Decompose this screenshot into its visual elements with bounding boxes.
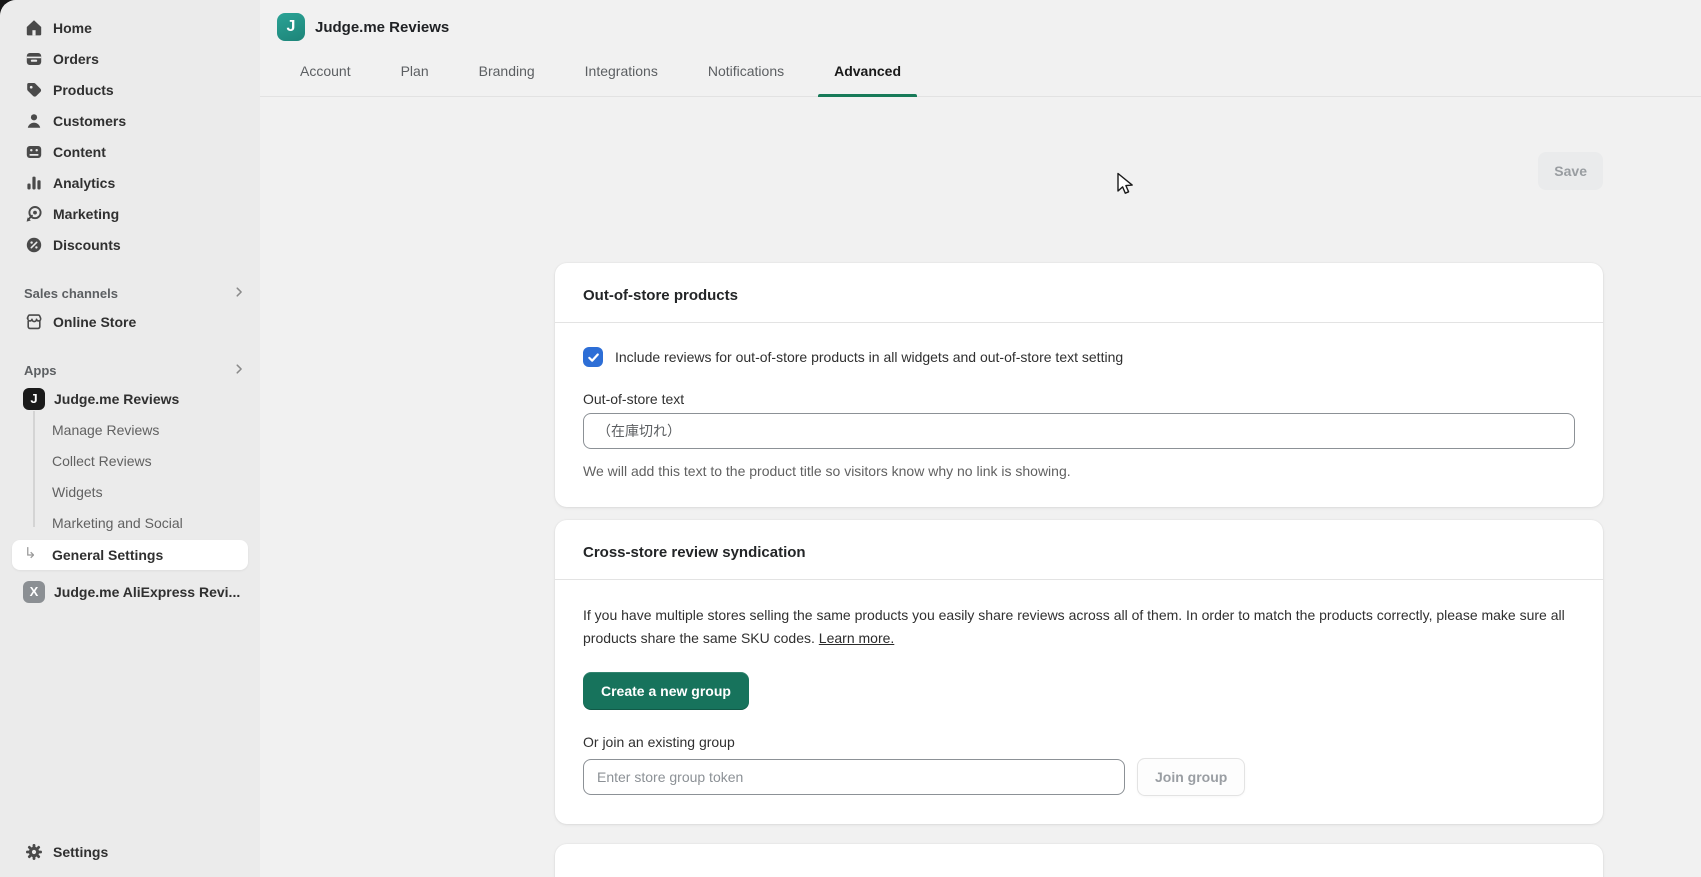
syndication-description: If you have multiple stores selling the … (583, 604, 1575, 650)
content-icon (24, 142, 44, 162)
sidebar-item-general-settings[interactable]: ↳ General Settings (12, 540, 248, 570)
out-of-store-helper-text: We will add this text to the product tit… (583, 463, 1575, 479)
settings-tabs: Account Plan Branding Integrations Notif… (260, 46, 1701, 97)
sidebar-item-label: Judge.me Reviews (54, 391, 179, 407)
chevron-right-icon (232, 285, 246, 302)
sidebar-item-products[interactable]: Products (0, 74, 260, 105)
sidebar-item-widgets[interactable]: Widgets (0, 476, 260, 507)
create-new-group-button[interactable]: Create a new group (583, 672, 749, 710)
judgeme-app-group: J Judge.me Reviews Manage Reviews Collec… (0, 383, 260, 570)
sidebar-item-discounts[interactable]: Discounts (0, 229, 260, 260)
marketing-icon (24, 204, 44, 224)
sidebar-item-marketing-and-social[interactable]: Marketing and Social (0, 507, 260, 538)
sidebar-item-label: Orders (53, 51, 99, 67)
card-title: Cross-store review syndication (583, 544, 1575, 561)
orders-icon (24, 49, 44, 69)
app-frame: Home Orders Products Customers Content (0, 0, 1701, 877)
gear-icon (24, 842, 44, 862)
store-group-token-input[interactable] (583, 759, 1125, 795)
next-settings-card-partial (555, 844, 1603, 877)
card-title: Out-of-store products (583, 287, 1575, 304)
sidebar-item-label: Products (53, 82, 114, 98)
include-out-of-store-checkbox[interactable] (583, 347, 603, 367)
analytics-icon (24, 173, 44, 193)
customers-icon (24, 111, 44, 131)
main-area: J Judge.me Reviews Account Plan Branding… (260, 0, 1701, 877)
home-icon (24, 18, 44, 38)
aliexpress-app-badge-icon: X (23, 581, 45, 603)
sidebar-item-label: Analytics (53, 175, 115, 191)
judgeme-app-badge-icon: J (23, 388, 45, 410)
sidebar-item-label: Home (53, 20, 92, 36)
discounts-icon (24, 235, 44, 255)
out-of-store-text-input[interactable] (583, 413, 1575, 449)
products-icon (24, 80, 44, 100)
sidebar-item-label: Marketing (53, 206, 119, 222)
chevron-right-icon (232, 362, 246, 379)
tree-connector-line (33, 411, 35, 527)
learn-more-link[interactable]: Learn more. (819, 630, 894, 646)
sales-channels-header[interactable]: Sales channels (0, 280, 260, 306)
sidebar-item-online-store[interactable]: Online Store (0, 306, 260, 337)
join-group-button[interactable]: Join group (1137, 758, 1245, 796)
tab-branding[interactable]: Branding (463, 45, 551, 96)
out-of-store-products-card: Out-of-store products Include reviews fo… (555, 263, 1603, 507)
settings-content: Out-of-store products Include reviews fo… (555, 263, 1603, 877)
tab-advanced[interactable]: Advanced (818, 45, 917, 96)
tab-notifications[interactable]: Notifications (692, 45, 800, 96)
sidebar-item-marketing[interactable]: Marketing (0, 198, 260, 229)
sidebar-item-label: Online Store (53, 314, 136, 330)
sidebar-item-collect-reviews[interactable]: Collect Reviews (0, 445, 260, 476)
apps-header[interactable]: Apps (0, 357, 260, 383)
sidebar-item-content[interactable]: Content (0, 136, 260, 167)
tab-plan[interactable]: Plan (385, 45, 445, 96)
toolbar: Save (260, 152, 1603, 190)
sidebar-item-label: Discounts (53, 237, 121, 253)
sidebar-item-label: Settings (53, 844, 108, 860)
storefront-icon (24, 312, 44, 332)
sidebar-item-judgeme-reviews[interactable]: J Judge.me Reviews (0, 383, 260, 414)
sidebar-item-analytics[interactable]: Analytics (0, 167, 260, 198)
sidebar-item-home[interactable]: Home (0, 12, 260, 43)
checkbox-label: Include reviews for out-of-store product… (615, 349, 1123, 365)
page-title: Judge.me Reviews (315, 19, 449, 36)
sidebar-item-settings[interactable]: Settings (0, 836, 260, 867)
tab-account[interactable]: Account (284, 45, 367, 96)
cross-store-syndication-card: Cross-store review syndication If you ha… (555, 520, 1603, 824)
judgeme-header-app-icon: J (277, 13, 305, 41)
sidebar-item-label: Content (53, 144, 106, 160)
return-arrow-icon: ↳ (24, 544, 37, 562)
sidebar-item-label: Judge.me AliExpress Revi... (54, 584, 240, 600)
join-group-label: Or join an existing group (583, 734, 1575, 750)
active-tab-underline (818, 94, 917, 97)
sidebar-item-manage-reviews[interactable]: Manage Reviews (0, 414, 260, 445)
sidebar-item-customers[interactable]: Customers (0, 105, 260, 136)
tab-integrations[interactable]: Integrations (569, 45, 674, 96)
sidebar-item-label: Customers (53, 113, 126, 129)
out-of-store-text-label: Out-of-store text (583, 391, 1575, 407)
save-button[interactable]: Save (1538, 152, 1603, 190)
sidebar-item-judgeme-aliexpress[interactable]: X Judge.me AliExpress Revi... (0, 576, 260, 607)
sidebar-item-orders[interactable]: Orders (0, 43, 260, 74)
page-header: J Judge.me Reviews (260, 0, 1701, 46)
sidebar: Home Orders Products Customers Content (0, 0, 260, 877)
